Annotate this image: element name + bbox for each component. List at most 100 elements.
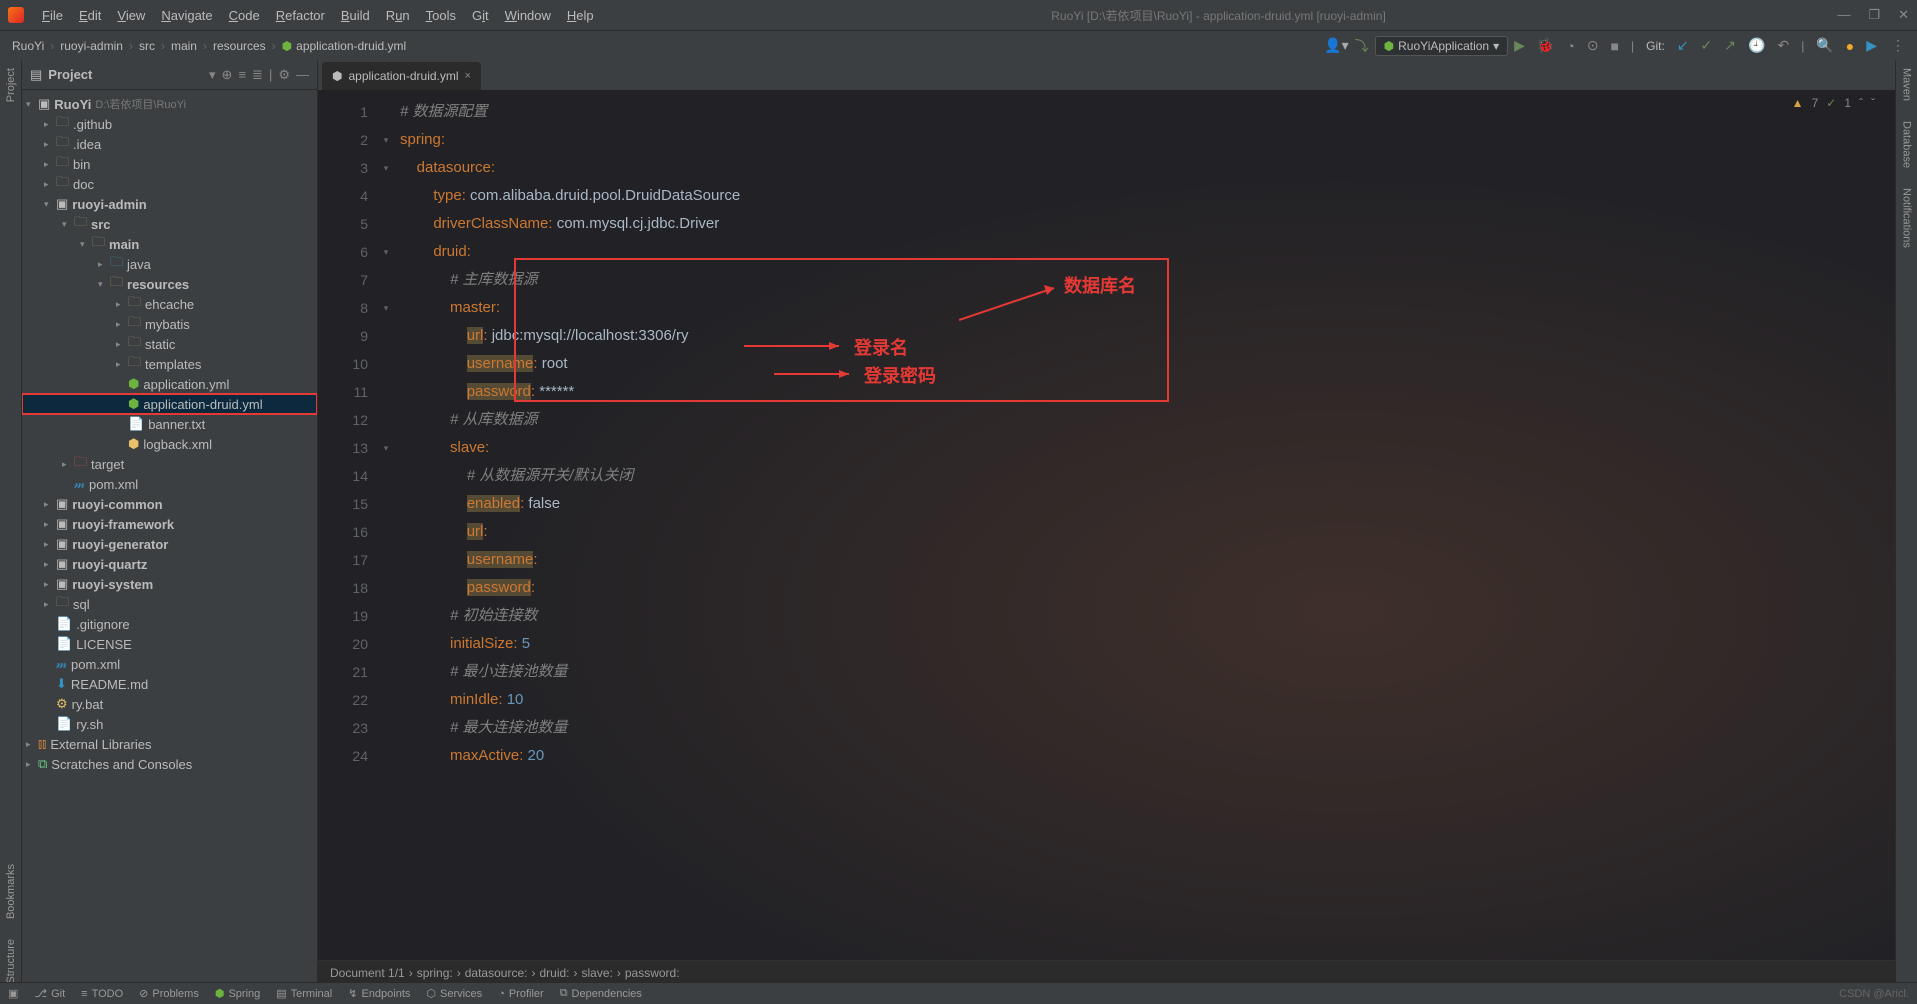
tree-file[interactable]: 📄ry.sh <box>22 714 317 734</box>
tree-file-selected[interactable]: ⬢application-druid.yml <box>22 394 317 414</box>
status-problems[interactable]: ⊘ Problems <box>139 987 199 1000</box>
status-square-icon[interactable]: ▣ <box>8 987 18 1000</box>
tree-folder[interactable]: ▸🗀templates <box>22 354 317 374</box>
editor-body[interactable]: 1234 5678 9101112 13141516 17181920 2122… <box>318 90 1895 960</box>
maximize-icon[interactable]: ❐ <box>1868 7 1880 23</box>
menu-tools[interactable]: Tools <box>420 6 462 25</box>
git-history-icon[interactable]: 🕘 <box>1748 37 1765 54</box>
tree-folder[interactable]: ▸🗀static <box>22 334 317 354</box>
menu-git[interactable]: Git <box>466 6 495 25</box>
tree-module[interactable]: ▸▣ruoyi-quartz <box>22 554 317 574</box>
status-endpoints[interactable]: ↯ Endpoints <box>348 987 410 1000</box>
stop-icon[interactable]: ■ <box>1611 38 1619 54</box>
close-tab-icon[interactable]: × <box>465 70 471 82</box>
crumb-main[interactable]: main <box>171 39 197 53</box>
menu-refactor[interactable]: Refactor <box>270 6 331 25</box>
crumb-file[interactable]: ⬢application-druid.yml <box>282 39 407 53</box>
tree-folder[interactable]: ▾🗀resources <box>22 274 317 294</box>
crumb-root[interactable]: RuoYi <box>12 39 44 53</box>
expand-icon[interactable]: ≡ <box>238 67 246 82</box>
crumb-src[interactable]: src <box>139 39 155 53</box>
editor-tab[interactable]: ⬢ application-druid.yml × <box>322 62 481 90</box>
menu-code[interactable]: Code <box>223 6 266 25</box>
chevron-down-icon[interactable]: ▾ <box>209 67 216 83</box>
build-icon[interactable]: ⤵ <box>1355 36 1369 56</box>
tree-folder[interactable]: ▸🗀java <box>22 254 317 274</box>
menu-file[interactable]: File <box>36 6 69 25</box>
collapse-icon[interactable]: ≣ <box>252 67 263 83</box>
coverage-icon[interactable]: ◔ <box>1566 38 1574 54</box>
run-icon[interactable]: ▶ <box>1514 37 1525 54</box>
search-icon[interactable]: 🔍 <box>1816 37 1833 54</box>
menu-help[interactable]: Help <box>561 6 600 25</box>
minimize-icon[interactable]: — <box>1837 7 1850 23</box>
git-push-icon[interactable]: ↗ <box>1724 37 1736 54</box>
tree-folder[interactable]: ▸🗀doc <box>22 174 317 194</box>
menu-edit[interactable]: Edit <box>73 6 107 25</box>
tree-file[interactable]: 𝓂pom.xml <box>22 654 317 674</box>
git-rollback-icon[interactable]: ↶ <box>1777 37 1789 54</box>
tool-database[interactable]: Database <box>1901 121 1913 168</box>
tree-folder[interactable]: ▸🗀.github <box>22 114 317 134</box>
tool-maven[interactable]: Maven <box>1901 68 1913 101</box>
tree-file[interactable]: 📄LICENSE <box>22 634 317 654</box>
code-content[interactable]: # 数据源配置 spring: datasource: type: com.al… <box>394 90 1895 960</box>
tree-file[interactable]: 📄banner.txt <box>22 414 317 434</box>
hide-icon[interactable]: — <box>296 67 309 82</box>
tree-folder[interactable]: ▸🗀ehcache <box>22 294 317 314</box>
tool-bookmarks[interactable]: Bookmarks <box>5 864 17 919</box>
tree-file[interactable]: ⚙ry.bat <box>22 694 317 714</box>
close-window-icon[interactable]: ✕ <box>1898 7 1909 23</box>
tree-folder[interactable]: ▸🗀mybatis <box>22 314 317 334</box>
gear-icon[interactable]: ⚙ <box>278 67 290 83</box>
editor-breadcrumb[interactable]: Document 1/1› spring:› datasource:› drui… <box>318 960 1895 984</box>
tree-folder[interactable]: ▸🗀sql <box>22 594 317 614</box>
tree-folder[interactable]: ▾🗀main <box>22 234 317 254</box>
code-with-me-icon[interactable]: ▶ <box>1866 37 1877 54</box>
status-spring[interactable]: ⬢ Spring <box>215 987 260 1000</box>
status-profiler[interactable]: ◔ Profiler <box>498 988 544 1000</box>
ide-settings-icon[interactable]: ● <box>1846 38 1854 54</box>
menu-build[interactable]: Build <box>335 6 376 25</box>
menu-navigate[interactable]: Navigate <box>155 6 218 25</box>
git-commit-icon[interactable]: ✓ <box>1701 37 1713 54</box>
tree-file[interactable]: 𝓂pom.xml <box>22 474 317 494</box>
tool-notifications[interactable]: Notifications <box>1901 188 1913 248</box>
tree-file[interactable]: ⬇README.md <box>22 674 317 694</box>
tree-folder[interactable]: ▸🗀bin <box>22 154 317 174</box>
menu-view[interactable]: View <box>111 6 151 25</box>
tree-file[interactable]: ⬢application.yml <box>22 374 317 394</box>
tree-module[interactable]: ▸▣ruoyi-generator <box>22 534 317 554</box>
tool-project[interactable]: Project <box>5 68 17 102</box>
more-icon[interactable]: ⋮ <box>1891 37 1905 54</box>
tree-scratches[interactable]: ▸⧉Scratches and Consoles <box>22 754 317 774</box>
tree-module[interactable]: ▸▣ruoyi-system <box>22 574 317 594</box>
profile-icon[interactable]: ⊙ <box>1587 37 1599 54</box>
tree-module[interactable]: ▸▣ruoyi-framework <box>22 514 317 534</box>
tree-module[interactable]: ▾▣ruoyi-admin <box>22 194 317 214</box>
status-terminal[interactable]: ▤ Terminal <box>276 987 332 1000</box>
tool-structure[interactable]: Structure <box>5 939 17 984</box>
crumb-resources[interactable]: resources <box>213 39 266 53</box>
add-config-icon[interactable]: 👤▾ <box>1324 37 1348 54</box>
tree-external-libs[interactable]: ▸⫾⫾External Libraries <box>22 734 317 754</box>
sidebar-title[interactable]: Project <box>48 67 203 82</box>
status-todo[interactable]: ≡ TODO <box>81 988 123 1000</box>
git-update-icon[interactable]: ↙ <box>1677 37 1689 54</box>
run-configuration[interactable]: ⬢ RuoYiApplication ▾ <box>1375 36 1508 56</box>
menu-run[interactable]: Run <box>380 6 416 25</box>
status-dependencies[interactable]: ⧉ Dependencies <box>560 987 642 1000</box>
tree-module[interactable]: ▸▣ruoyi-common <box>22 494 317 514</box>
tree-file[interactable]: 📄.gitignore <box>22 614 317 634</box>
tree-file[interactable]: ⬢logback.xml <box>22 434 317 454</box>
chevron-up-icon[interactable]: ˆ <box>1859 96 1863 110</box>
status-services[interactable]: ⬡ Services <box>426 987 482 1000</box>
project-tree[interactable]: ▾▣RuoYiD:\若依项目\RuoYi ▸🗀.github ▸🗀.idea ▸… <box>22 90 317 984</box>
tree-folder[interactable]: ▸🗀.idea <box>22 134 317 154</box>
menu-window[interactable]: Window <box>499 6 557 25</box>
tree-folder[interactable]: ▸🗀target <box>22 454 317 474</box>
inspection-widget[interactable]: ▲7 ✓1 ˆ ˇ <box>1792 96 1875 110</box>
locate-icon[interactable]: ⊕ <box>222 67 233 83</box>
tree-root[interactable]: ▾▣RuoYiD:\若依项目\RuoYi <box>22 94 317 114</box>
chevron-down-icon[interactable]: ˇ <box>1871 96 1875 110</box>
